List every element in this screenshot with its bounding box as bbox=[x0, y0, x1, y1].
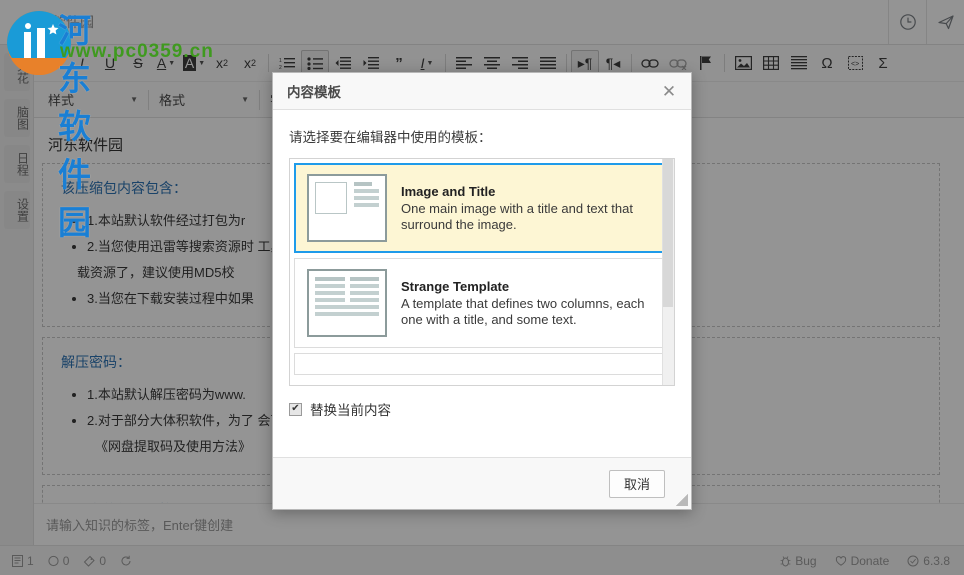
dialog-header: 内容模板 ✕ bbox=[273, 73, 691, 110]
resize-handle[interactable] bbox=[676, 494, 688, 506]
checkmark-icon: ✔ bbox=[291, 403, 300, 414]
close-icon[interactable]: ✕ bbox=[659, 83, 679, 100]
dialog-footer: 取消 bbox=[273, 457, 691, 509]
template-thumbnail-image-and-title bbox=[307, 174, 387, 242]
template-option-partial[interactable] bbox=[294, 353, 668, 375]
template-list-scroll: Image and Title One main image with a ti… bbox=[290, 159, 674, 385]
template-option-text: Strange Template A template that defines… bbox=[401, 279, 655, 328]
dialog-body: 请选择要在编辑器中使用的模板： Image and Title One main… bbox=[273, 110, 691, 457]
template-option-text: Image and Title One main image with a ti… bbox=[401, 184, 655, 233]
cancel-button[interactable]: 取消 bbox=[608, 469, 665, 498]
content-templates-dialog: 内容模板 ✕ 请选择要在编辑器中使用的模板： Image and Title O… bbox=[272, 72, 692, 510]
template-list[interactable]: Image and Title One main image with a ti… bbox=[289, 158, 675, 386]
dialog-title: 内容模板 bbox=[287, 85, 341, 100]
replace-content-row[interactable]: ✔ 替换当前内容 bbox=[289, 399, 675, 419]
template-description: One main image with a title and text tha… bbox=[401, 200, 633, 232]
dialog-prompt: 请选择要在编辑器中使用的模板： bbox=[289, 130, 492, 145]
scrollbar-thumb[interactable] bbox=[663, 159, 673, 307]
template-name: Image and Title bbox=[401, 183, 496, 199]
template-option-image-and-title[interactable]: Image and Title One main image with a ti… bbox=[294, 163, 668, 253]
thumbnail-text-lines bbox=[350, 182, 379, 234]
template-description: A template that defines two columns, eac… bbox=[401, 295, 645, 327]
template-thumbnail-strange-template bbox=[307, 269, 387, 337]
template-name: Strange Template bbox=[401, 278, 510, 294]
template-option-strange-template[interactable]: Strange Template A template that defines… bbox=[294, 258, 668, 348]
thumbnail-two-columns bbox=[315, 277, 379, 302]
replace-content-label: 替换当前内容 bbox=[310, 403, 391, 418]
thumbnail-image-placeholder bbox=[315, 182, 347, 214]
template-list-scrollbar[interactable] bbox=[662, 159, 674, 385]
replace-content-checkbox[interactable]: ✔ bbox=[289, 402, 302, 416]
